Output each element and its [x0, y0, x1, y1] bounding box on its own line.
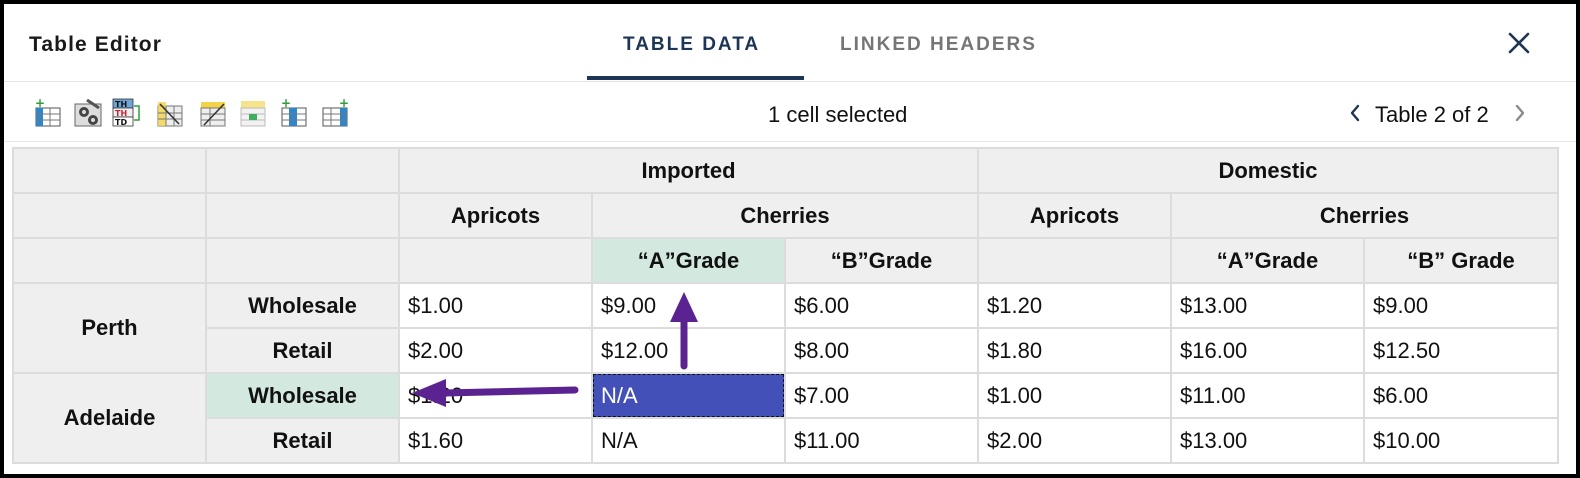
data-cell[interactable]: $6.00: [1363, 372, 1559, 419]
row-header-perth-wholesale[interactable]: Wholesale: [205, 282, 400, 329]
header-domestic-apricots[interactable]: Apricots: [977, 192, 1172, 239]
header-empty[interactable]: [398, 237, 593, 284]
row-header-adelaide-wholesale[interactable]: Wholesale: [205, 372, 400, 419]
header-domestic-a-grade[interactable]: “A”Grade: [1170, 237, 1365, 284]
data-cell[interactable]: $9.00: [1363, 282, 1559, 329]
row-header-perth-retail[interactable]: Retail: [205, 327, 400, 374]
table-row: Perth Wholesale $1.00 $9.00 $6.00 $1.20 …: [12, 282, 1559, 374]
svg-text:TD: TD: [115, 118, 127, 127]
data-cell[interactable]: $9.00: [591, 282, 786, 329]
header-empty[interactable]: [977, 237, 1172, 284]
table-toolbar: + TH TH TD + + 1 cell selected Table 2 o…: [4, 82, 1576, 142]
data-cell[interactable]: $13.00: [1170, 282, 1365, 329]
tab-table-data[interactable]: TABLE DATA: [623, 34, 760, 56]
header-imported-apricots[interactable]: Apricots: [398, 192, 593, 239]
header-domestic[interactable]: Domestic: [977, 147, 1559, 194]
corner-cell[interactable]: [205, 192, 400, 239]
data-cell[interactable]: $1.20: [977, 282, 1172, 329]
data-cell[interactable]: $2.00: [398, 327, 593, 374]
header-imported[interactable]: Imported: [398, 147, 979, 194]
data-cell[interactable]: $7.00: [784, 372, 979, 419]
table-pager: Table 2 of 2: [1375, 102, 1489, 127]
data-cell[interactable]: $11.00: [784, 417, 979, 464]
row-header-perth[interactable]: Perth: [12, 282, 207, 374]
table-row: Retail $1.60 N/A $11.00 $2.00 $13.00 $10…: [13, 417, 1559, 464]
corner-cell[interactable]: [12, 237, 207, 284]
corner-cell[interactable]: [205, 237, 400, 284]
header-imported-b-grade[interactable]: “B”Grade: [784, 237, 979, 284]
corner-cell[interactable]: [205, 147, 400, 194]
selected-data-cell[interactable]: N/A: [591, 372, 786, 419]
table-row: Retail $2.00 $12.00 $8.00 $1.80 $16.00 $…: [13, 327, 1559, 374]
insert-column-icon[interactable]: +: [279, 98, 309, 128]
header-domestic-b-grade[interactable]: “B” Grade: [1363, 237, 1559, 284]
table-row: Apricots Cherries Apricots Cherries: [12, 192, 1559, 239]
data-cell[interactable]: $10.00: [1363, 417, 1559, 464]
active-tab-indicator: [587, 76, 804, 80]
dialog-title: Table Editor: [29, 33, 162, 56]
table-row: Imported Domestic: [12, 147, 1559, 194]
data-cell[interactable]: $13.00: [1170, 417, 1365, 464]
table-grid: Imported Domestic Apricots Cherries Apri…: [12, 147, 1559, 464]
header-imported-cherries[interactable]: Cherries: [591, 192, 979, 239]
data-cell[interactable]: $1.80: [977, 327, 1172, 374]
data-cell[interactable]: $2.00: [977, 417, 1172, 464]
data-cell[interactable]: $8.00: [784, 327, 979, 374]
cell-properties-icon[interactable]: [73, 98, 103, 128]
close-icon[interactable]: [1504, 28, 1534, 58]
delete-column-icon[interactable]: +: [320, 98, 350, 128]
merge-cells-icon[interactable]: [238, 98, 268, 128]
corner-cell[interactable]: [12, 192, 207, 239]
data-cell[interactable]: $16.00: [1170, 327, 1365, 374]
column-header-link-icon[interactable]: [155, 98, 185, 128]
chevron-right-icon[interactable]: [1512, 101, 1528, 125]
corner-cell[interactable]: [12, 147, 207, 194]
tab-linked-headers[interactable]: LINKED HEADERS: [840, 34, 1037, 56]
data-cell[interactable]: $12.00: [591, 327, 786, 374]
data-cell[interactable]: $1.00: [398, 282, 593, 329]
table-row: Adelaide Wholesale $1.20 N/A $7.00 $1.00…: [12, 372, 1559, 464]
row-header-adelaide-retail[interactable]: Retail: [205, 417, 400, 464]
chevron-left-icon[interactable]: [1347, 101, 1363, 125]
data-cell[interactable]: $1.60: [398, 417, 593, 464]
selection-status: 1 cell selected: [768, 102, 908, 127]
table-row: “A”Grade “B”Grade “A”Grade “B” Grade: [12, 237, 1559, 284]
header-domestic-cherries[interactable]: Cherries: [1170, 192, 1559, 239]
data-cell[interactable]: N/A: [591, 417, 786, 464]
table-editor-dialog: Table Editor TABLE DATA LINKED HEADERS +…: [0, 0, 1580, 478]
data-cell[interactable]: $12.50: [1363, 327, 1559, 374]
row-header-link-icon[interactable]: [198, 98, 228, 128]
data-cell[interactable]: $1.20: [398, 372, 593, 419]
row-header-adelaide[interactable]: Adelaide: [12, 372, 207, 464]
data-cell[interactable]: $11.00: [1170, 372, 1365, 419]
dialog-header: Table Editor TABLE DATA LINKED HEADERS: [4, 4, 1576, 82]
data-cell[interactable]: $1.00: [977, 372, 1172, 419]
insert-row-icon[interactable]: +: [33, 98, 63, 128]
header-imported-a-grade[interactable]: “A”Grade: [591, 237, 786, 284]
header-cell-type-icon[interactable]: TH TH TD: [111, 98, 141, 128]
data-cell[interactable]: $6.00: [784, 282, 979, 329]
